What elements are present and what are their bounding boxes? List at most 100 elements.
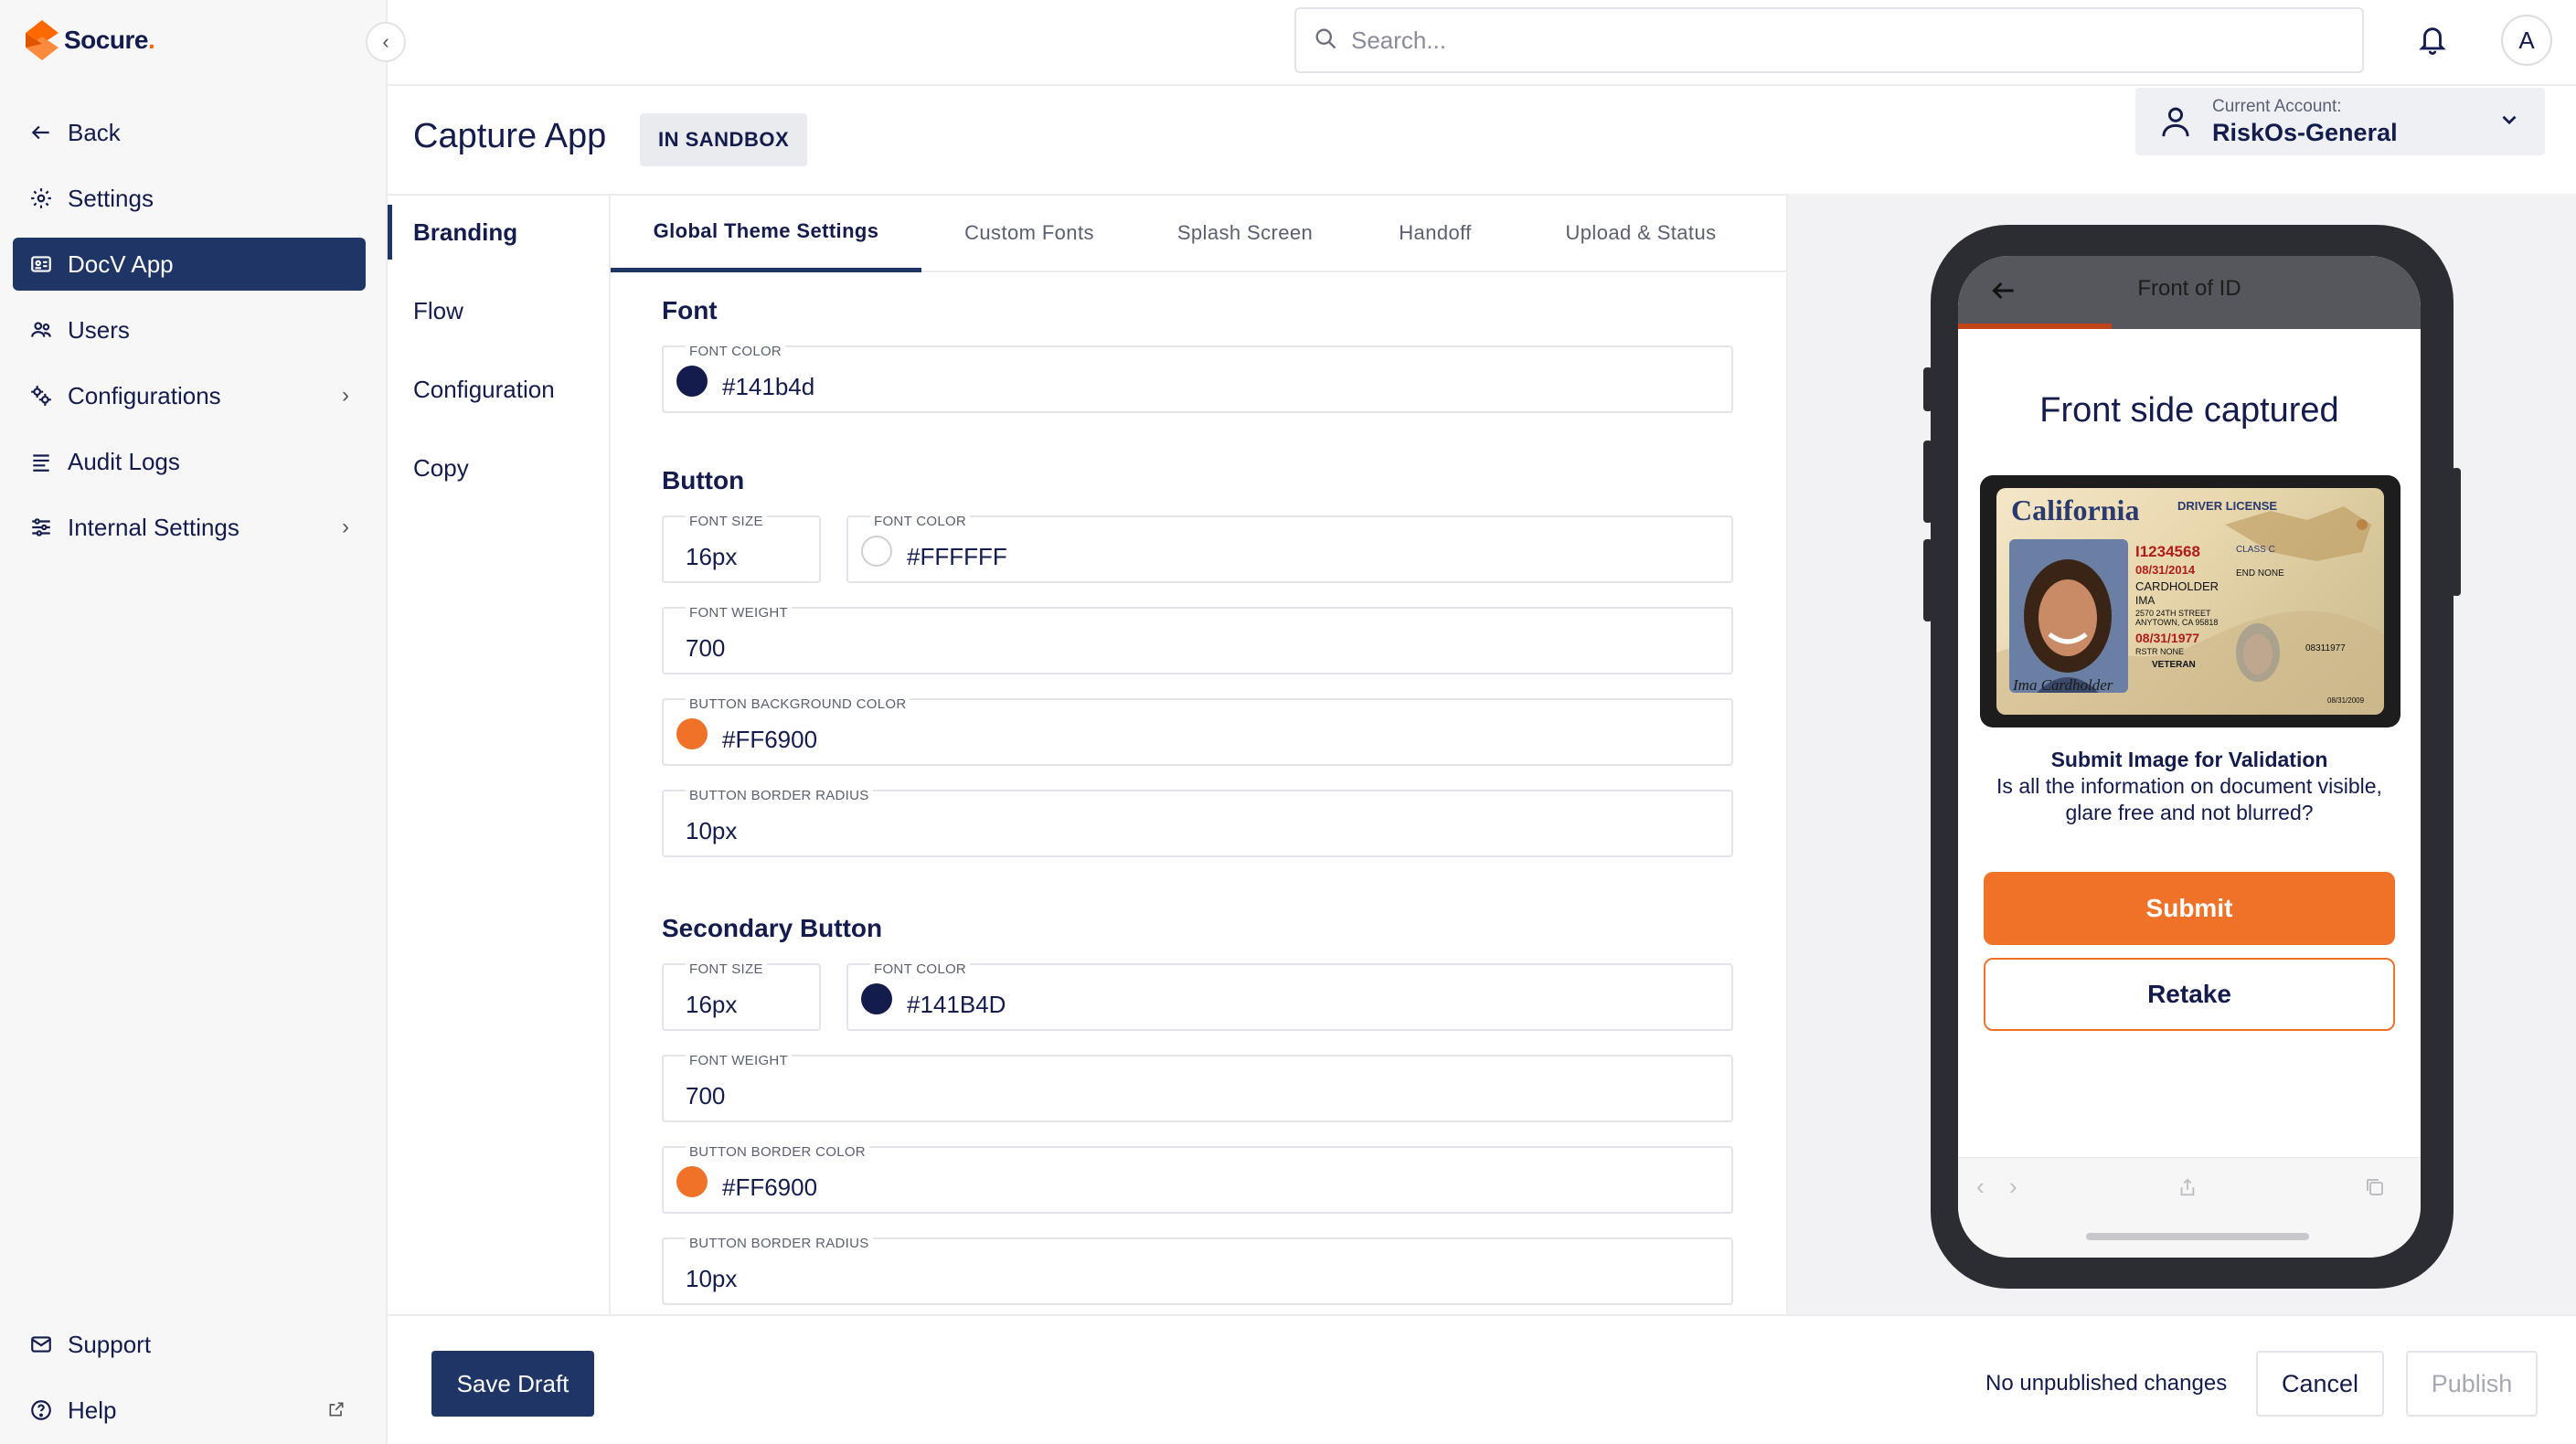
id-card-icon [27, 250, 55, 278]
sidebar-item-label: Help [68, 1396, 117, 1424]
sidebar-item-label: Audit Logs [68, 447, 180, 475]
id-address-line1: 2570 24TH STREET [2135, 609, 2211, 618]
sidebar-item-settings[interactable]: Settings [13, 172, 366, 225]
tab-global-theme-settings[interactable]: Global Theme Settings [611, 194, 921, 272]
sidebar-item-audit-logs[interactable]: Audit Logs [13, 435, 366, 488]
sidebar-item-docv-app[interactable]: DocV App [13, 238, 366, 291]
color-swatch[interactable] [676, 366, 708, 397]
account-name: RiskOs-General [2212, 119, 2398, 146]
field-label: FONT COLOR [870, 961, 971, 977]
secondary-border-radius-field[interactable]: BUTTON BORDER RADIUS 10px [662, 1236, 1733, 1305]
field-label: FONT COLOR [870, 514, 971, 529]
theme-settings-form: Font FONT COLOR #141b4d Button FONT SIZE… [611, 274, 1786, 1314]
id-end: END NONE [2236, 568, 2284, 579]
capture-progress [1958, 324, 2112, 329]
color-swatch[interactable] [861, 536, 892, 567]
sidebar-item-help[interactable]: Help [13, 1384, 366, 1437]
capture-title: Front of ID [2137, 276, 2241, 301]
configurations-icon [27, 382, 55, 409]
button-font-color-field[interactable]: FONT COLOR #FFFFFF [846, 514, 1733, 583]
field-label: BUTTON BORDER COLOR [686, 1144, 869, 1160]
secondary-font-size-field[interactable]: FONT SIZE 16px [662, 961, 821, 1031]
browser-forward-icon[interactable]: › [2009, 1173, 2017, 1201]
capture-result-title: Front side captured [2039, 391, 2339, 430]
validation-title: Submit Image for Validation [2050, 748, 2328, 771]
sidebar-item-label: Users [68, 315, 130, 344]
tab-splash-screen[interactable]: Splash Screen [1137, 194, 1353, 272]
field-label: FONT SIZE [686, 961, 767, 977]
chevron-right-icon: › [342, 515, 349, 539]
secondary-font-color-value: #141B4D [907, 991, 1006, 1018]
user-icon [2159, 104, 2192, 143]
logo-text: Socure. [64, 26, 155, 54]
id-address-line2: ANYTOWN, CA 95818 [2135, 618, 2219, 627]
field-label: FONT WEIGHT [686, 1053, 793, 1068]
cancel-button[interactable]: Cancel [2256, 1351, 2384, 1417]
sidebar-item-configurations[interactable]: Configurations › [13, 369, 366, 422]
tab-configuration[interactable]: Configuration [388, 362, 611, 417]
color-swatch[interactable] [861, 983, 892, 1014]
tab-upload-status[interactable]: Upload & Status [1517, 194, 1764, 272]
socure-logo[interactable]: Socure. [26, 20, 155, 60]
sidebar: Socure. Back Settings DocV App Users Con… [0, 0, 388, 1444]
button-font-size-value: 16px [686, 543, 738, 570]
field-label: BUTTON BORDER RADIUS [686, 788, 873, 803]
secondary-font-weight-field[interactable]: FONT WEIGHT 700 [662, 1053, 1733, 1122]
id-issued: 08/31/2009 [2327, 696, 2365, 705]
collapse-sidebar-button[interactable]: ‹ [366, 22, 406, 62]
submit-button[interactable]: Submit [1984, 872, 2395, 945]
browser-back-icon[interactable]: ‹ [1976, 1173, 1985, 1201]
button-border-radius-field[interactable]: BUTTON BORDER RADIUS 10px [662, 788, 1733, 857]
field-label: BUTTON BORDER RADIUS [686, 1236, 873, 1251]
tabs-icon[interactable] [2364, 1176, 2386, 1203]
id-card-image: California DRIVER LICENSE I1234568 08/31… [1996, 488, 2384, 715]
share-icon[interactable] [2177, 1176, 2198, 1203]
color-swatch[interactable] [676, 1166, 708, 1197]
secondary-font-weight-value: 700 [686, 1082, 726, 1110]
button-font-weight-value: 700 [686, 634, 726, 662]
capture-header: Front of ID [1958, 256, 2421, 329]
account-switcher[interactable]: Current Account: RiskOs-General [2135, 88, 2545, 155]
button-background-color-field[interactable]: BUTTON BACKGROUND COLOR #FF6900 [662, 696, 1733, 766]
avatar[interactable]: A [2501, 15, 2552, 66]
retake-button[interactable]: Retake [1984, 958, 2395, 1031]
font-color-value: #141b4d [722, 373, 815, 400]
tab-copy[interactable]: Copy [388, 441, 611, 495]
search-input[interactable] [1351, 26, 2265, 55]
font-color-field[interactable]: FONT COLOR #141b4d [662, 344, 1733, 413]
sidebar-item-users[interactable]: Users [13, 303, 366, 356]
secondary-border-color-value: #FF6900 [722, 1173, 818, 1201]
id-dob: 08/31/1977 [2135, 631, 2200, 645]
sidebar-item-label: Internal Settings [68, 513, 240, 541]
notifications-bell-icon[interactable] [2417, 22, 2448, 61]
save-draft-button[interactable]: Save Draft [431, 1351, 594, 1417]
users-icon [27, 316, 55, 344]
color-swatch[interactable] [676, 718, 708, 749]
id-doc-number: 08311977 [2305, 643, 2346, 653]
button-font-weight-field[interactable]: FONT WEIGHT 700 [662, 605, 1733, 674]
id-class: CLASS C [2236, 545, 2275, 555]
field-label: FONT WEIGHT [686, 605, 793, 621]
publish-button[interactable]: Publish [2406, 1351, 2538, 1417]
tab-branding[interactable]: Branding [388, 205, 611, 260]
socure-logo-icon [26, 20, 59, 60]
search-box[interactable] [1294, 7, 2364, 73]
sidebar-item-internal-settings[interactable]: Internal Settings › [13, 501, 366, 554]
chevron-right-icon: › [342, 383, 349, 408]
button-font-size-field[interactable]: FONT SIZE 16px [662, 514, 821, 583]
tab-custom-fonts[interactable]: Custom Fonts [921, 194, 1137, 272]
tab-handoff[interactable]: Handoff [1353, 194, 1517, 272]
sliders-icon [27, 514, 55, 541]
list-icon [27, 448, 55, 475]
secondary-font-color-field[interactable]: FONT COLOR #141B4D [846, 961, 1733, 1031]
phone-screen: Front of ID Front side captured Californ… [1958, 256, 2421, 1258]
secondary-border-color-field[interactable]: BUTTON BORDER COLOR #FF6900 [662, 1144, 1733, 1214]
tab-flow[interactable]: Flow [388, 283, 611, 338]
id-first-name: IMA [2135, 594, 2156, 607]
publish-status: No unpublished changes [1985, 1371, 2228, 1396]
sidebar-item-label: DocV App [68, 250, 174, 278]
button-font-color-value: #FFFFFF [907, 543, 1007, 570]
sidebar-item-back[interactable]: Back [13, 106, 366, 159]
validation-description: Is all the information on document visib… [1996, 774, 2382, 824]
sidebar-item-support[interactable]: Support [13, 1318, 366, 1371]
